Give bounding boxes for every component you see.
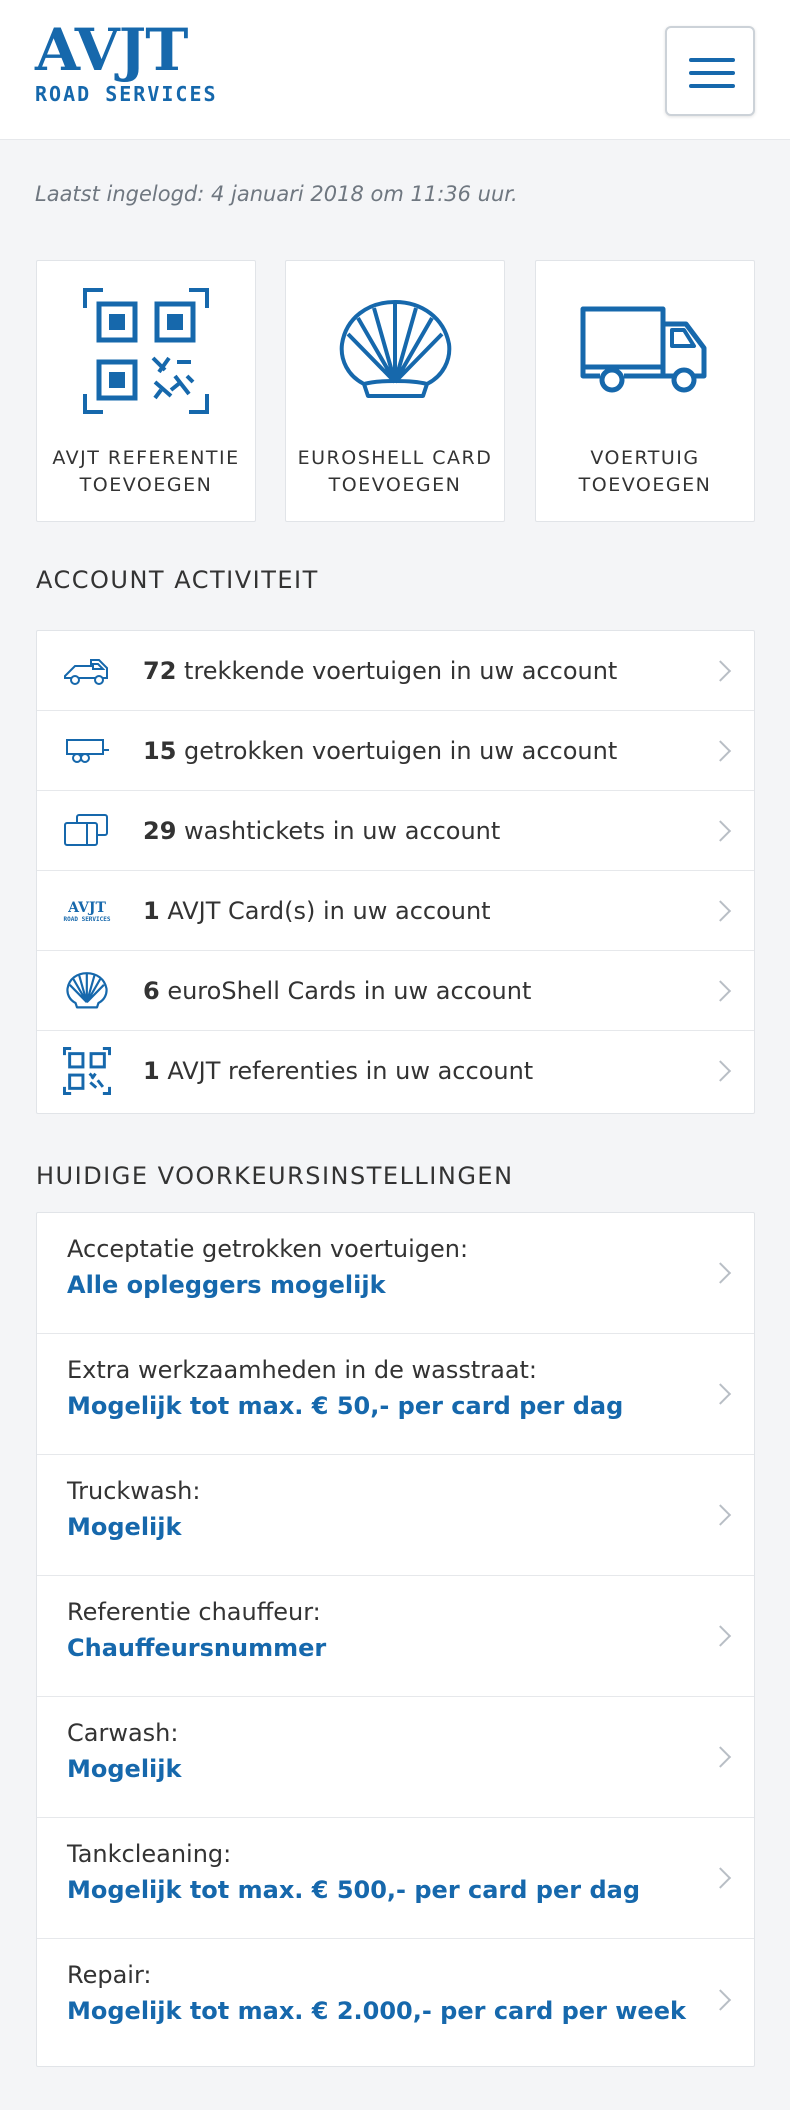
pref-label: Acceptatie getrokken voertuigen: xyxy=(67,1235,469,1263)
chevron-right-icon xyxy=(709,979,732,1002)
activity-row-avjt-cards[interactable]: AVJT ROAD SERVICES 1 AVJT Card(s) in uw … xyxy=(37,871,754,951)
pref-value: Alle opleggers mogelijk xyxy=(67,1271,386,1299)
last-login-text: Laatst ingelogd: 4 januari 2018 om 11:36… xyxy=(35,182,518,206)
pref-row-carwash[interactable]: Carwash: Mogelijk xyxy=(37,1697,754,1818)
wash-tickets-icon xyxy=(61,805,113,857)
avjt-logo-icon: AVJT ROAD SERVICES xyxy=(61,885,113,937)
chevron-right-icon xyxy=(709,899,732,922)
chevron-right-icon xyxy=(709,739,732,762)
hamburger-menu-icon xyxy=(689,58,735,62)
chevron-right-icon xyxy=(709,1625,732,1647)
chevron-right-icon xyxy=(709,819,732,842)
chevron-right-icon xyxy=(709,1383,732,1405)
avjt-logo[interactable]: AVJT ROAD SERVICES xyxy=(35,20,225,120)
tile-label: EUROSHELL CARD TOEVOEGEN xyxy=(297,447,493,496)
chevron-right-icon xyxy=(709,1504,732,1526)
activity-text: 29 washtickets in uw account xyxy=(143,816,501,845)
header: AVJT ROAD SERVICES xyxy=(0,0,790,140)
logo-main-text: AVJT xyxy=(35,16,188,84)
pref-row-driver-reference[interactable]: Referentie chauffeur: Chauffeursnummer xyxy=(37,1576,754,1697)
truck-icon xyxy=(580,286,710,416)
add-vehicle-tile[interactable]: VOERTUIG TOEVOEGEN xyxy=(535,260,755,522)
activity-row-washtickets[interactable]: 29 washtickets in uw account xyxy=(37,791,754,871)
trailer-icon xyxy=(61,725,113,777)
pref-row-trailer-acceptance[interactable]: Acceptatie getrokken voertuigen: Alle op… xyxy=(37,1213,754,1334)
pref-value: Mogelijk xyxy=(67,1755,182,1783)
tile-label: AVJT REFERENTIE TOEVOEGEN xyxy=(52,447,240,496)
activity-row-avjt-references[interactable]: 1 AVJT referenties in uw account xyxy=(37,1031,754,1111)
pref-label: Referentie chauffeur: xyxy=(67,1598,321,1626)
logo-sub-text: ROAD SERVICES xyxy=(35,82,218,106)
pref-label: Repair: xyxy=(67,1961,152,1989)
svg-text:AVJT: AVJT xyxy=(67,900,106,916)
pref-value: Mogelijk tot max. € 50,- per card per da… xyxy=(67,1392,624,1420)
shell-icon xyxy=(61,965,113,1017)
chevron-right-icon xyxy=(709,1060,732,1082)
pref-row-repair[interactable]: Repair: Mogelijk tot max. € 2.000,- per … xyxy=(37,1939,754,2060)
pref-label: Truckwash: xyxy=(67,1477,201,1505)
tile-label: VOERTUIG TOEVOEGEN xyxy=(578,447,712,496)
chevron-right-icon xyxy=(709,1262,732,1284)
shell-icon xyxy=(330,286,460,416)
qr-code-icon xyxy=(61,1045,113,1097)
activity-row-trailers[interactable]: 15 getrokken voertuigen in uw account xyxy=(37,711,754,791)
activity-text: 1 AVJT referenties in uw account xyxy=(143,1057,534,1085)
chevron-right-icon xyxy=(709,659,732,682)
activity-row-euroshell-cards[interactable]: 6 euroShell Cards in uw account xyxy=(37,951,754,1031)
pref-row-truckwash[interactable]: Truckwash: Mogelijk xyxy=(37,1455,754,1576)
activity-text: 72 trekkende voertuigen in uw account xyxy=(143,656,618,685)
pref-label: Carwash: xyxy=(67,1719,179,1747)
qr-code-icon xyxy=(81,286,211,416)
pref-value: Mogelijk tot max. € 500,- per card per d… xyxy=(67,1876,640,1904)
truck-icon xyxy=(61,645,113,697)
pref-row-tankcleaning[interactable]: Tankcleaning: Mogelijk tot max. € 500,- … xyxy=(37,1818,754,1939)
activity-text: 6 euroShell Cards in uw account xyxy=(143,976,532,1005)
activity-row-trucks[interactable]: 72 trekkende voertuigen in uw account xyxy=(37,631,754,711)
svg-text:ROAD SERVICES: ROAD SERVICES xyxy=(64,916,111,923)
pref-row-extra-work[interactable]: Extra werkzaamheden in de wasstraat: Mog… xyxy=(37,1334,754,1455)
pref-label: Extra werkzaamheden in de wasstraat: xyxy=(67,1356,538,1384)
add-euroshell-card-tile[interactable]: EUROSHELL CARD TOEVOEGEN xyxy=(285,260,505,522)
preferences-title: HUIDIGE VOORKEURSINSTELLINGEN xyxy=(36,1162,514,1190)
pref-value: Mogelijk xyxy=(67,1513,182,1541)
add-avjt-reference-tile[interactable]: AVJT REFERENTIE TOEVOEGEN xyxy=(36,260,256,522)
pref-value: Mogelijk tot max. € 2.000,- per card per… xyxy=(67,1997,686,2025)
activity-text: 15 getrokken voertuigen in uw account xyxy=(143,736,618,765)
chevron-right-icon xyxy=(709,1746,732,1768)
activity-list: 72 trekkende voertuigen in uw account 15… xyxy=(36,630,755,1114)
chevron-right-icon xyxy=(709,1988,732,2011)
chevron-right-icon xyxy=(709,1867,732,1889)
pref-value: Chauffeursnummer xyxy=(67,1634,327,1662)
menu-button[interactable] xyxy=(665,26,755,116)
account-activity-title: ACCOUNT ACTIVITEIT xyxy=(36,566,319,594)
pref-label: Tankcleaning: xyxy=(67,1840,232,1868)
preferences-list: Acceptatie getrokken voertuigen: Alle op… xyxy=(36,1212,755,2067)
activity-text: 1 AVJT Card(s) in uw account xyxy=(143,896,491,925)
